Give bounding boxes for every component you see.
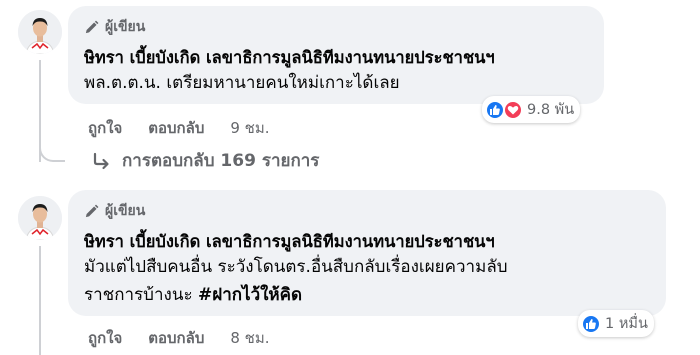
author-badge: ผู้เขียน: [84, 16, 590, 38]
avatar[interactable]: [18, 10, 62, 54]
reaction-count: 1 หมื่น: [605, 316, 648, 332]
comment-text-line-2: ราชการบ้างนะ #ฝากไว้ให้คิด: [84, 281, 652, 309]
comment-bubble: ผู้เขียน ษิทรา เบี้ยบังเกิด เลขาธิการมูล…: [68, 6, 604, 104]
avatar[interactable]: [18, 196, 62, 240]
pencil-icon: [85, 20, 99, 33]
thread-line: [39, 246, 41, 355]
like-button[interactable]: ถูกใจ: [88, 326, 122, 350]
reaction-count: 9.8 พัน: [527, 102, 575, 118]
comment-text: ราชการบ้างนะ: [84, 285, 198, 305]
comment-text: มัวแต่ไปสืบคนอื่น ระวังโดนตร.อื่นสืบกลับ…: [84, 257, 508, 277]
comment-bubble: ผู้เขียน ษิทรา เบี้ยบังเกิด เลขาธิการมูล…: [68, 190, 666, 316]
badge-label: ผู้เขียน: [105, 19, 146, 35]
reply-arrow-icon: [93, 152, 109, 169]
like-button[interactable]: ถูกใจ: [88, 116, 122, 140]
timestamp[interactable]: 8 ชม.: [230, 326, 269, 350]
reply-button[interactable]: ตอบกลับ: [148, 116, 204, 140]
author-badge: ผู้เขียน: [84, 200, 652, 222]
comment-actions: ถูกใจ ตอบกลับ 9 ชม.: [88, 116, 270, 140]
timestamp[interactable]: 9 ชม.: [230, 116, 269, 140]
reply-button[interactable]: ตอบกลับ: [148, 326, 204, 350]
like-icon: [581, 313, 601, 334]
reaction-summary[interactable]: 1 หมื่น: [578, 310, 654, 337]
author-name[interactable]: ษิทรา เบี้ยบังเกิด เลขาธิการมูลนิธิทีมงา…: [84, 230, 652, 253]
thread-corner: [39, 138, 65, 162]
reaction-summary[interactable]: 9.8 พัน: [482, 96, 581, 123]
view-replies-link[interactable]: การตอบกลับ 169 รายการ: [92, 147, 319, 174]
hashtag-link[interactable]: #ฝากไว้ให้คิด: [198, 285, 302, 305]
replies-label: การตอบกลับ 169 รายการ: [122, 151, 320, 171]
like-icon: [485, 99, 505, 120]
comment-text: พล.ต.ต.น. เตรียมหานายคนใหม่เกาะได้เลย: [84, 73, 400, 93]
love-icon: [503, 99, 523, 120]
author-name[interactable]: ษิทรา เบี้ยบังเกิด เลขาธิการมูลนิธิทีมงา…: [84, 46, 590, 69]
comment-actions: ถูกใจ ตอบกลับ 8 ชม.: [88, 326, 270, 350]
badge-label: ผู้เขียน: [105, 203, 146, 219]
pencil-icon: [85, 204, 99, 217]
